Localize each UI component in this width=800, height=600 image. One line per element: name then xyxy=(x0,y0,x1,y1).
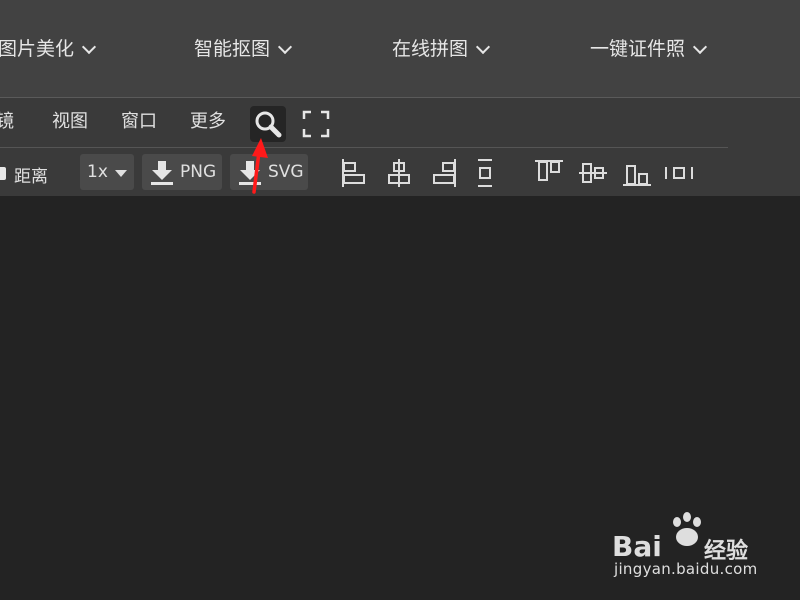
zoom-select[interactable]: 1x xyxy=(80,154,134,190)
nav-online-collage[interactable]: 在线拼图 xyxy=(392,36,491,62)
distance-checkbox[interactable] xyxy=(0,167,6,180)
watermark-url: jingyan.baidu.com xyxy=(614,560,758,578)
menu-bar: 镜 视图 窗口 更多 xyxy=(0,98,800,148)
nav-label: 一键证件照 xyxy=(590,38,686,60)
fullscreen-icon xyxy=(302,110,330,138)
fullscreen-button[interactable] xyxy=(302,110,330,138)
align-middle-vertical-icon[interactable] xyxy=(578,158,608,188)
export-png-button[interactable]: PNG xyxy=(142,154,222,190)
nav-label: 在线拼图 xyxy=(392,38,469,60)
chevron-down-icon xyxy=(475,39,491,54)
align-center-horizontal-icon[interactable] xyxy=(384,158,414,188)
nav-label: 图片美化 xyxy=(0,38,75,60)
paw-icon xyxy=(673,512,701,546)
nav-id-photo[interactable]: 一键证件照 xyxy=(590,36,708,62)
chevron-down-icon xyxy=(277,39,293,54)
menu-item-window[interactable]: 窗口 xyxy=(121,110,157,134)
distribute-vertical-icon[interactable] xyxy=(470,158,500,188)
export-svg-label: SVG xyxy=(268,162,304,182)
nav-image-beautify[interactable]: 图片美化 xyxy=(0,36,97,62)
align-left-icon[interactable] xyxy=(340,158,370,188)
zoom-value: 1x xyxy=(87,162,108,182)
menu-item-filter[interactable]: 镜 xyxy=(0,110,14,134)
align-top-icon[interactable] xyxy=(534,158,564,188)
watermark-brand: Bai xyxy=(612,530,662,563)
chevron-down-icon xyxy=(81,39,97,54)
nav-label: 智能抠图 xyxy=(194,38,271,60)
top-navigation: 图片美化 智能抠图 在线拼图 一键证件照 xyxy=(0,0,800,98)
align-bottom-icon[interactable] xyxy=(622,158,652,188)
export-png-label: PNG xyxy=(180,162,217,182)
menu-item-view[interactable]: 视图 xyxy=(52,110,88,134)
download-icon xyxy=(151,161,173,185)
caret-down-icon xyxy=(115,170,127,177)
menu-item-more[interactable]: 更多 xyxy=(190,110,226,134)
distance-label: 距离 xyxy=(14,167,48,187)
align-right-icon[interactable] xyxy=(428,158,458,188)
toolbar: 距离 1x PNG SVG xyxy=(0,148,800,196)
distribute-horizontal-icon[interactable] xyxy=(664,158,694,188)
nav-smart-cutout[interactable]: 智能抠图 xyxy=(194,36,293,62)
chevron-down-icon xyxy=(692,39,708,54)
annotation-arrow xyxy=(252,138,268,194)
